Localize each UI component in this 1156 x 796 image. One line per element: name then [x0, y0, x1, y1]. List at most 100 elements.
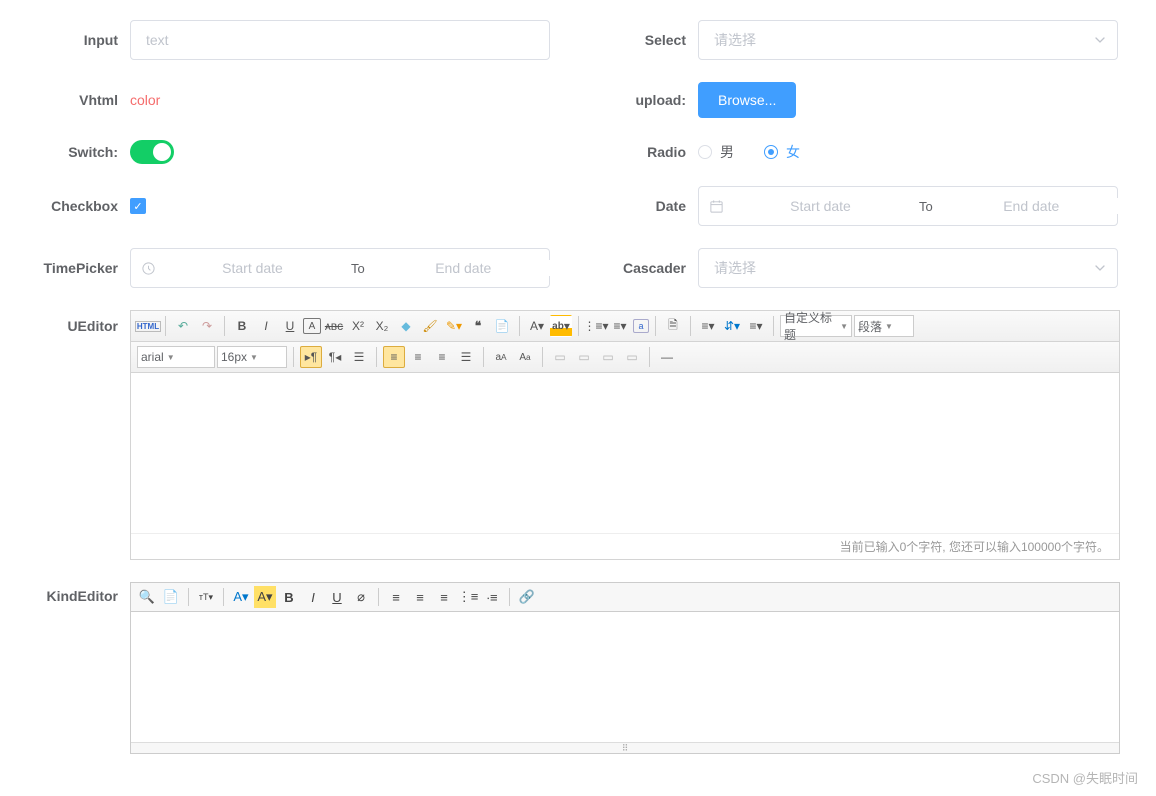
image-none-button[interactable]: ▭ — [549, 346, 571, 368]
direction-rtl-button[interactable]: ¶◂ — [324, 346, 346, 368]
horizontal-rule-button[interactable]: — — [656, 346, 678, 368]
radio-label: 男 — [720, 142, 734, 162]
selectall-button[interactable]: a — [633, 319, 649, 333]
radio-option-female[interactable]: 女 — [764, 142, 800, 162]
backcolor-button[interactable]: ab▾ — [550, 315, 572, 337]
forecolor-button[interactable]: A▾ — [526, 315, 548, 337]
tolowercase-button[interactable]: aA — [490, 346, 512, 368]
radio-label: 女 — [786, 142, 800, 162]
radio-option-male[interactable]: 男 — [698, 142, 734, 162]
toolbar-separator — [378, 588, 379, 606]
justifycenter-button[interactable]: ≡ — [409, 586, 431, 608]
switch-toggle[interactable] — [130, 140, 174, 164]
superscript-button[interactable]: X² — [347, 315, 369, 337]
strikethrough-button[interactable]: ᴀʙᴄ — [323, 315, 345, 337]
bold-button[interactable]: B — [231, 315, 253, 337]
cascader-input[interactable] — [698, 248, 1118, 288]
justifyleft-button[interactable]: ≡ — [385, 586, 407, 608]
indent-button[interactable]: ☰ — [348, 346, 370, 368]
subscript-button[interactable]: X₂ — [371, 315, 393, 337]
radio-circle-icon — [764, 145, 778, 159]
date-start-input[interactable] — [730, 198, 911, 214]
html-source-button[interactable]: HTML — [137, 315, 159, 337]
toolbar-separator — [483, 347, 484, 367]
calendar-icon — [709, 199, 724, 214]
toolbar-separator — [649, 347, 650, 367]
custom-title-combo[interactable]: 自定义标题▼ — [780, 315, 852, 337]
checkbox-toggle[interactable]: ✓ — [130, 198, 146, 214]
label-date: Date — [578, 198, 698, 214]
label-select: Select — [578, 32, 698, 48]
image-left-button[interactable]: ▭ — [573, 346, 595, 368]
ueditor-status: 当前已输入0个字符, 您还可以输入100000个字符。 — [131, 533, 1119, 559]
touppercase-button[interactable]: Aa — [514, 346, 536, 368]
cascader-dropdown[interactable] — [698, 248, 1118, 288]
toolbar-separator — [165, 316, 166, 336]
date-end-input[interactable] — [941, 198, 1122, 214]
fontborder-button[interactable]: A — [303, 318, 321, 334]
ordered-list-button[interactable]: ⋮≡▾ — [585, 315, 607, 337]
insertorderedlist-button[interactable]: ⋮≡ — [457, 586, 479, 608]
date-range-picker[interactable]: To — [698, 186, 1118, 226]
kindeditor-body[interactable] — [131, 612, 1119, 742]
forecolor-button[interactable]: A▾ — [230, 586, 252, 608]
image-center-button[interactable]: ▭ — [621, 346, 643, 368]
align-right-button[interactable]: ≡ — [431, 346, 453, 368]
underline-button[interactable]: U — [326, 586, 348, 608]
label-kindeditor: KindEditor — [10, 582, 130, 604]
link-button[interactable]: 🔗 — [516, 586, 538, 608]
input-text[interactable] — [130, 20, 550, 60]
pasteplain-button[interactable]: 📄 — [491, 315, 513, 337]
time-start-input[interactable] — [162, 260, 343, 276]
time-separator: To — [343, 261, 373, 276]
insertunorderedlist-button[interactable]: ∙≡ — [481, 586, 503, 608]
undo-button[interactable]: ↶ — [172, 315, 194, 337]
font-family-combo[interactable]: arial▼ — [137, 346, 215, 368]
time-range-picker[interactable]: To — [130, 248, 550, 288]
underline-button[interactable]: U — [279, 315, 301, 337]
kindeditor-statusbar[interactable]: ⠿ — [131, 742, 1119, 753]
italic-button[interactable]: I — [255, 315, 277, 337]
justify-left-button[interactable]: ≡▾ — [697, 315, 719, 337]
ueditor-body[interactable] — [131, 373, 1119, 533]
font-size-combo[interactable]: 16px▼ — [217, 346, 287, 368]
unordered-list-button[interactable]: ≡▾ — [609, 315, 631, 337]
paragraph-combo[interactable]: 段落▼ — [854, 315, 914, 337]
blockquote-button[interactable]: ❝ — [467, 315, 489, 337]
autotypeset-button[interactable]: ✎▾ — [443, 315, 465, 337]
source-button[interactable]: 🔍 — [136, 586, 158, 608]
formatmatch-button[interactable]: 🖌 — [419, 315, 441, 337]
print-button[interactable]: 🗎 — [662, 315, 684, 337]
label-ueditor: UEditor — [10, 310, 130, 334]
align-justify-button[interactable]: ☰ — [455, 346, 477, 368]
select-dropdown[interactable] — [698, 20, 1118, 60]
ueditor: HTML ↶ ↷ B I U A ᴀʙᴄ X² X₂ ◆ 🖌 ✎▾ ❝ 📄 A▾… — [130, 310, 1120, 560]
kindeditor: 🔍 📄 ᴛT▾ A▾ A▾ B I U ⌀ ≡ ≡ ≡ ⋮≡ ∙≡ 🔗 — [130, 582, 1120, 754]
align-center-button[interactable]: ≡ — [407, 346, 429, 368]
italic-button[interactable]: I — [302, 586, 324, 608]
label-vhtml: Vhtml — [10, 92, 130, 108]
label-radio: Radio — [578, 144, 698, 160]
hilitecolor-button[interactable]: A▾ — [254, 586, 276, 608]
time-end-input[interactable] — [373, 260, 554, 276]
eraser-button[interactable]: ◆ — [395, 315, 417, 337]
removeformat-button[interactable]: ⌀ — [350, 586, 372, 608]
label-timepicker: TimePicker — [10, 260, 130, 276]
watermark: CSDN @失眠时间 — [1032, 768, 1138, 787]
direction-ltr-button[interactable]: ▸¶ — [300, 346, 322, 368]
preview-button[interactable]: 📄 — [160, 586, 182, 608]
fontsize-button[interactable]: ᴛT▾ — [195, 586, 217, 608]
align-left-button[interactable]: ≡ — [383, 346, 405, 368]
browse-button[interactable]: Browse... — [698, 82, 796, 118]
toolbar-separator — [578, 316, 579, 336]
justify-center-button[interactable]: ⇵▾ — [721, 315, 743, 337]
toolbar-separator — [542, 347, 543, 367]
justify-right-button[interactable]: ≡▾ — [745, 315, 767, 337]
bold-button[interactable]: B — [278, 586, 300, 608]
justifyright-button[interactable]: ≡ — [433, 586, 455, 608]
select-input[interactable] — [698, 20, 1118, 60]
image-right-button[interactable]: ▭ — [597, 346, 619, 368]
redo-button[interactable]: ↷ — [196, 315, 218, 337]
ueditor-toolbar: HTML ↶ ↷ B I U A ᴀʙᴄ X² X₂ ◆ 🖌 ✎▾ ❝ 📄 A▾… — [131, 311, 1119, 342]
label-cascader: Cascader — [578, 260, 698, 276]
